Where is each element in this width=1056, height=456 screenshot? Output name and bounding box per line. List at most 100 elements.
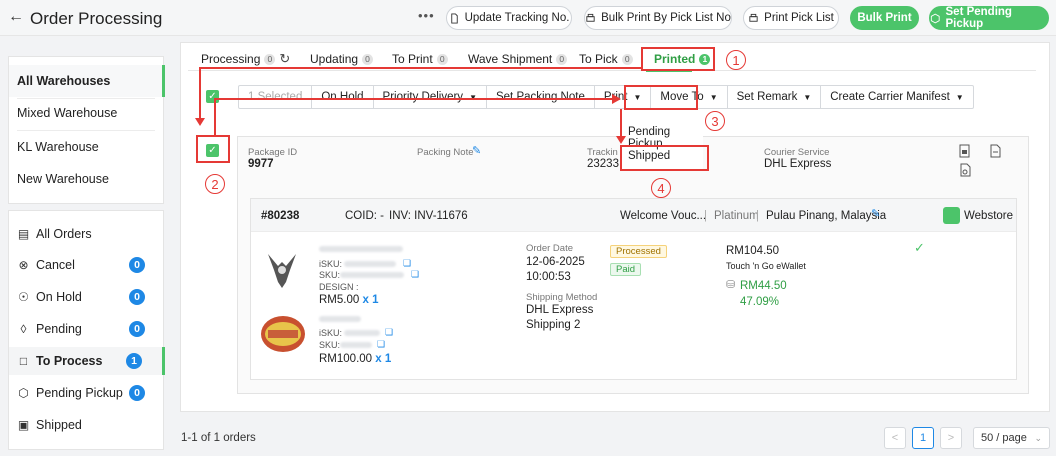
print-label-icon[interactable]	[958, 144, 972, 158]
page-size-select[interactable]: 50 / page ⌄	[973, 427, 1050, 449]
box-icon: ⬡	[18, 386, 29, 400]
sku-text: SKU:	[319, 270, 341, 280]
set-packing-note-button[interactable]: Set Packing Note	[487, 86, 595, 108]
status-item-pending-pickup[interactable]: ⬡ Pending Pickup 0	[9, 379, 165, 407]
payment-method: Touch 'n Go eWallet	[726, 261, 806, 271]
cancel-icon: ⊗	[18, 258, 29, 272]
sku-text: SKU:	[319, 340, 341, 350]
status-item-cancel[interactable]: ⊗ Cancel 0	[9, 251, 165, 279]
courier-label: Courier Service	[764, 147, 830, 158]
create-carrier-manifest-dropdown[interactable]: Create Carrier Manifest ▼	[821, 86, 972, 108]
clipboard-icon: □	[19, 354, 28, 368]
annotation-arrowhead	[195, 118, 205, 126]
status-item-shipped[interactable]: ▣ Shipped	[9, 411, 165, 439]
copy-icon[interactable]: ❏	[385, 327, 393, 338]
chevron-down-icon: ⌄	[1034, 432, 1042, 443]
bulk-print-button[interactable]: Bulk Print	[850, 6, 919, 30]
status-badge: Processed	[610, 245, 667, 258]
product-name-redacted	[319, 316, 361, 322]
printer-icon	[586, 13, 595, 22]
isku-text: iSKU:	[319, 328, 343, 338]
coins-icon: ⛁	[726, 279, 736, 291]
shipping-method: DHL Express	[526, 304, 594, 316]
annotation-box-move-to	[624, 85, 698, 110]
copy-icon[interactable]: ❏	[377, 339, 385, 350]
next-page-button[interactable]: >	[940, 427, 962, 449]
priority-delivery-label: Priority Delivery	[382, 91, 464, 103]
count-badge: 1	[126, 353, 142, 369]
tab-label: To Print	[392, 52, 433, 66]
tab-updating[interactable]: Updating 0	[310, 52, 374, 66]
more-options-button[interactable]: •••	[418, 8, 435, 23]
print-pick-list-button[interactable]: Print Pick List	[743, 6, 839, 30]
isku-label: iSKU:	[319, 328, 342, 338]
tab-divider	[188, 70, 1036, 71]
tab-label: Processing	[201, 52, 261, 66]
set-remark-dropdown[interactable]: Set Remark ▼	[728, 86, 822, 108]
sku-label: SKU:	[319, 340, 340, 350]
isku-redacted	[344, 330, 380, 336]
page-title: Order Processing	[30, 9, 163, 28]
warehouse-label: All Warehouses	[17, 74, 111, 88]
annotation-step-3: 3	[705, 111, 725, 131]
priority-delivery-dropdown[interactable]: Priority Delivery ▼	[374, 86, 487, 108]
edit-icon[interactable]: ✎	[472, 144, 481, 157]
warehouse-item-all[interactable]: All Warehouses	[9, 65, 165, 97]
page-button-1[interactable]: 1	[912, 427, 934, 449]
edit-icon[interactable]: ✎	[871, 207, 880, 220]
tab-processing[interactable]: Processing 0 ↻	[201, 51, 290, 67]
update-tracking-label: Update Tracking No.	[464, 12, 570, 24]
status-item-pending[interactable]: ◊ Pending 0	[9, 315, 165, 343]
annotation-box-checkbox	[196, 135, 230, 163]
prev-page-button[interactable]: <	[884, 427, 906, 449]
isku-text: iSKU:	[319, 259, 343, 269]
copy-icon[interactable]: ❏	[411, 269, 419, 280]
refresh-icon[interactable]: ↻	[279, 51, 290, 67]
invoice-number: INV-11676	[414, 210, 468, 222]
packing-slip-icon[interactable]	[958, 163, 972, 177]
page-size-label: 50 / page	[981, 432, 1027, 444]
invoice-label: INV:	[389, 210, 411, 222]
webstore-icon	[943, 207, 960, 224]
bulk-print-pick-list-button[interactable]: Bulk Print By Pick List No	[584, 6, 732, 30]
select-all-checkbox[interactable]: ✓	[206, 90, 219, 103]
bulk-print-pick-list-label: Bulk Print By Pick List No	[601, 12, 731, 24]
sku-redacted	[340, 342, 372, 348]
create-carrier-manifest-label: Create Carrier Manifest	[830, 91, 950, 103]
caret-down-icon: ▼	[469, 92, 477, 102]
tracking-number: 23233	[587, 158, 619, 170]
warehouse-label: New Warehouse	[17, 172, 109, 186]
product-image	[268, 254, 296, 288]
arrow-left-icon[interactable]: ←	[8, 8, 24, 26]
on-hold-button[interactable]: On Hold	[312, 86, 374, 108]
annotation-box-printed-tab	[641, 47, 715, 71]
warehouse-item-new[interactable]: New Warehouse	[9, 163, 165, 195]
tab-count: 0	[436, 53, 448, 65]
order-number[interactable]: #80238	[261, 210, 299, 222]
copy-icon[interactable]: ❏	[403, 258, 411, 269]
status-item-to-process[interactable]: □ To Process 1	[9, 347, 165, 375]
tracking-label: Trackin	[587, 147, 618, 158]
status-item-on-hold[interactable]: ☉ On Hold 0	[9, 283, 165, 311]
warehouse-item-kl[interactable]: KL Warehouse	[9, 131, 165, 163]
tab-to-print[interactable]: To Print 0	[392, 52, 448, 66]
warehouse-item-mixed[interactable]: Mixed Warehouse	[9, 97, 165, 129]
warehouse-label: Mixed Warehouse	[17, 106, 118, 120]
count-badge: 0	[129, 385, 145, 401]
shipping-method-label: Shipping Method	[526, 292, 598, 303]
status-item-all-orders[interactable]: ▤ All Orders	[9, 220, 165, 248]
annotation-line	[620, 109, 622, 137]
invoice-icon[interactable]	[988, 144, 1002, 158]
annotation-line	[214, 98, 216, 135]
update-tracking-button[interactable]: Update Tracking No.	[446, 6, 572, 30]
set-pending-pickup-button[interactable]: Set Pending Pickup	[929, 6, 1049, 30]
tab-to-pick[interactable]: To Pick 0	[579, 52, 633, 66]
count-badge: 0	[129, 289, 145, 305]
annotation-arrowhead	[612, 94, 621, 104]
tab-wave-shipment[interactable]: Wave Shipment 0	[468, 52, 568, 66]
item-price: RM100.00 x 1	[319, 353, 391, 365]
warehouse-list: All Warehouses Mixed Warehouse KL Wareho…	[8, 56, 165, 204]
caret-down-icon: ▼	[803, 92, 812, 102]
count-badge: 0	[129, 321, 145, 337]
customer-tier: Platinum	[714, 210, 759, 222]
